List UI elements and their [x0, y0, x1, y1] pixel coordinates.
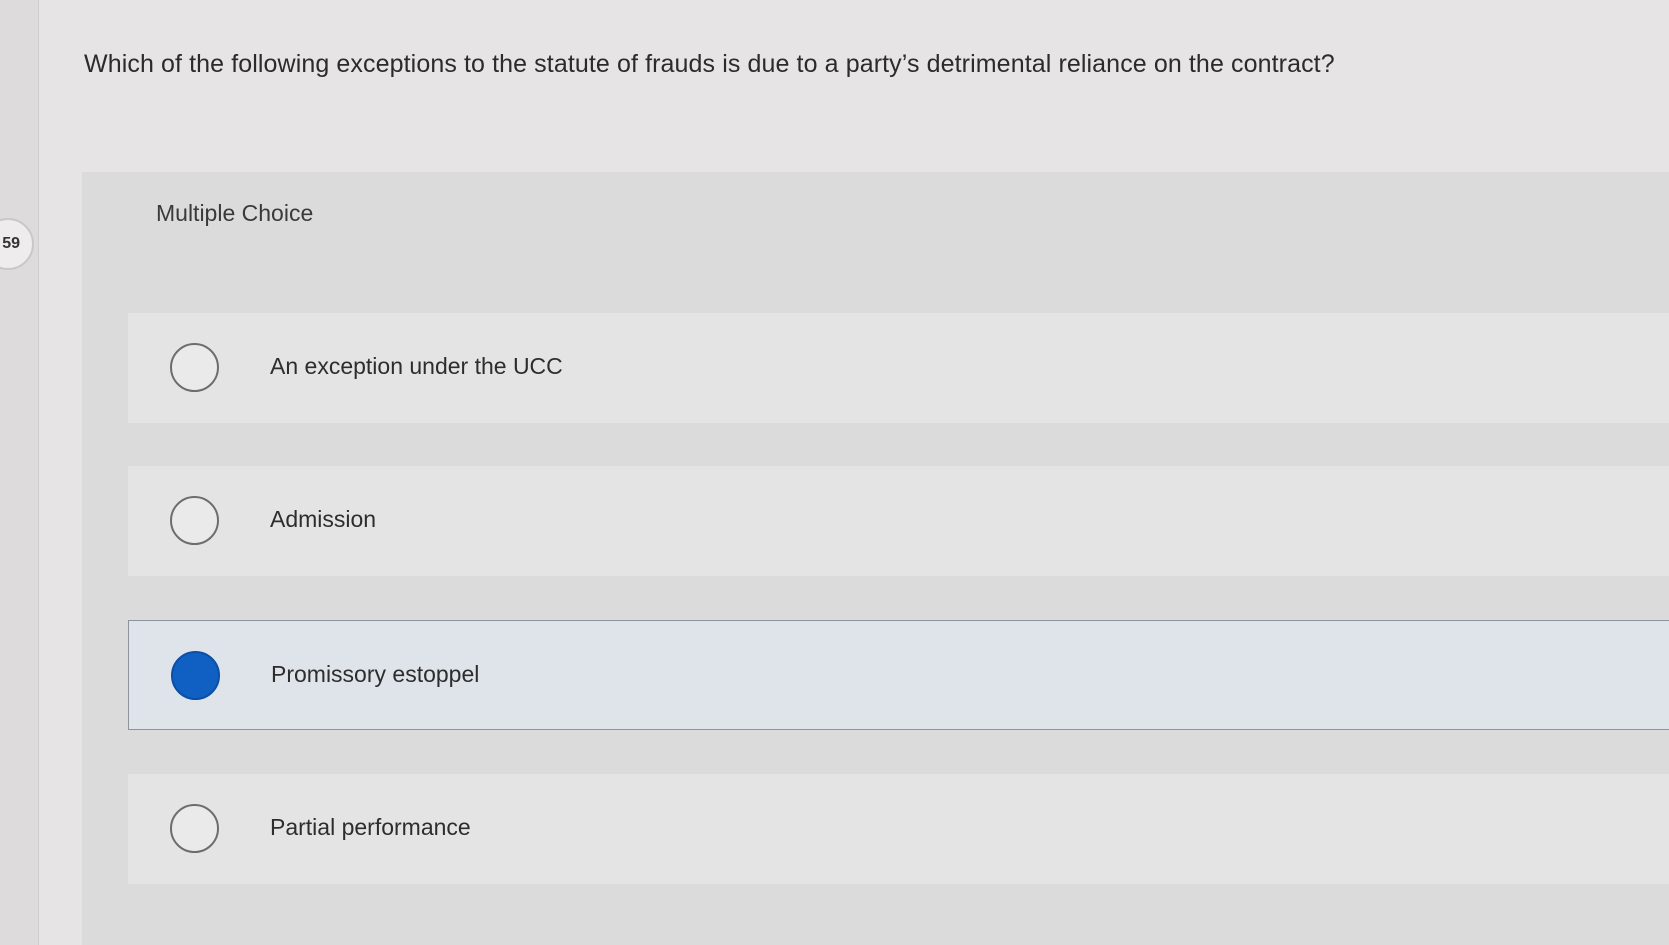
left-rail [0, 0, 39, 945]
radio-button[interactable] [170, 496, 219, 545]
option-partial-performance[interactable]: Partial performance [128, 774, 1669, 884]
radio-button-selected[interactable] [171, 651, 220, 700]
radio-button[interactable] [170, 804, 219, 853]
option-label: Admission [270, 506, 377, 532]
radio-button[interactable] [170, 343, 219, 392]
option-label: Promissory estoppel [271, 661, 480, 687]
option-label: An exception under the UCC [270, 353, 563, 379]
option-label: Partial performance [270, 814, 471, 840]
option-an-exception-under-the-ucc[interactable]: An exception under the UCC [128, 313, 1669, 423]
question-text: Which of the following exceptions to the… [84, 50, 1335, 78]
option-promissory-estoppel[interactable]: Promissory estoppel [128, 620, 1669, 730]
choice-type-heading: Multiple Choice [156, 200, 314, 226]
option-admission[interactable]: Admission [128, 466, 1669, 576]
